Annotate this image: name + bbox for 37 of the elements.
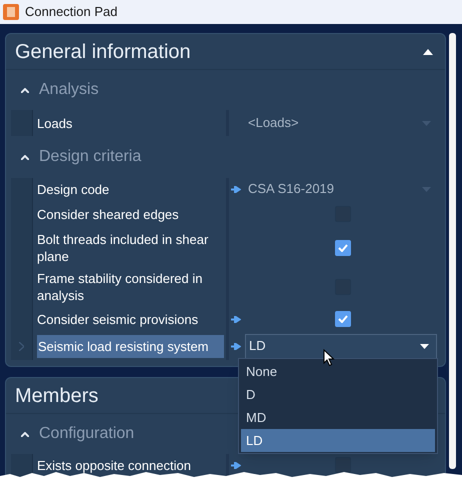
group-title: Configuration — [39, 424, 134, 444]
dropdown-option[interactable]: LD — [241, 429, 435, 452]
dropdown-field[interactable]: LD — [245, 334, 437, 358]
checkbox[interactable] — [335, 240, 351, 256]
property-label: Exists opposite connection — [37, 456, 191, 474]
group-title: Analysis — [39, 80, 99, 100]
cursor-icon — [323, 349, 335, 367]
checkbox[interactable] — [335, 311, 351, 327]
property-label: Loads — [37, 114, 72, 132]
dropdown-caret-icon — [420, 344, 429, 348]
property-label: Consider seismic provisions — [37, 310, 198, 328]
property-label: Design code — [37, 180, 110, 198]
scrollbar-thumb[interactable] — [449, 33, 456, 469]
group-title: Design criteria — [39, 147, 142, 167]
section-title: Members — [15, 384, 98, 408]
window-title: Connection Pad — [25, 3, 118, 22]
chevron-icon[interactable] — [21, 88, 29, 92]
row-gutter — [11, 454, 33, 476]
checkbox[interactable] — [335, 457, 351, 473]
property-label: Seismic load resisting system — [37, 334, 224, 358]
dropdown-option[interactable]: None — [241, 360, 435, 383]
check-icon — [338, 315, 348, 323]
dropdown-option[interactable]: MD — [241, 406, 435, 429]
dropdown-option[interactable]: D — [241, 383, 435, 406]
chevron-icon[interactable] — [21, 432, 29, 436]
property-label: Consider sheared edges — [37, 206, 179, 222]
dropdown-caret-icon — [422, 120, 431, 126]
collapse-caret-icon[interactable] — [423, 48, 433, 54]
property-label: Frame stability considered in analysis — [37, 270, 204, 304]
check-icon — [338, 244, 348, 252]
dropdown-caret-icon — [422, 186, 431, 192]
dropdown-field[interactable]: CSA S16-2019 — [245, 178, 437, 200]
property-label: Bolt threads included in shear plane — [37, 231, 210, 265]
chevron-icon[interactable] — [21, 154, 29, 160]
app-icon — [3, 4, 19, 20]
section-title: General information — [15, 40, 191, 64]
dropdown-field[interactable]: <Loads> — [245, 112, 437, 134]
